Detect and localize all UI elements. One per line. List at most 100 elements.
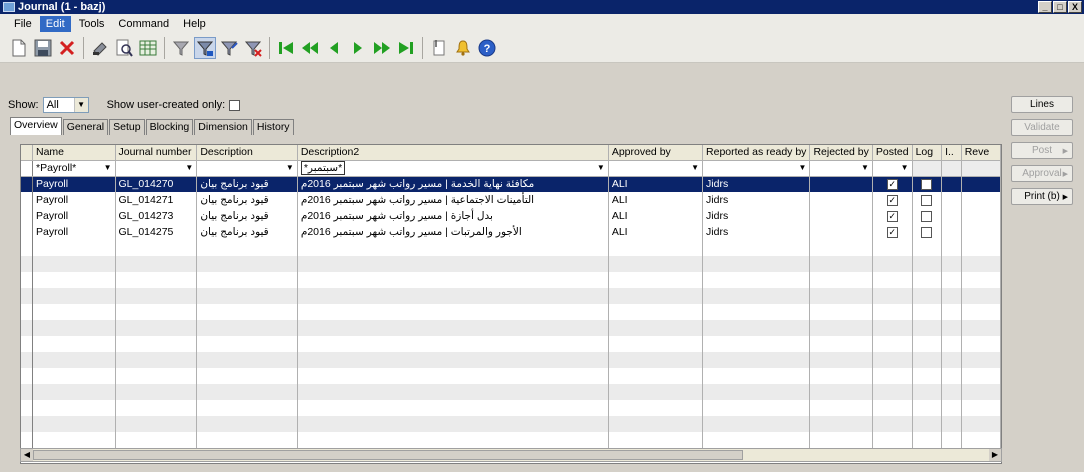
previous-record-icon[interactable]	[323, 37, 345, 59]
filter-icon[interactable]	[170, 37, 192, 59]
empty-cell[interactable]	[702, 272, 811, 288]
empty-cell[interactable]	[115, 272, 198, 288]
empty-cell[interactable]	[809, 400, 873, 416]
attach-document-icon[interactable]	[428, 37, 450, 59]
menu-help[interactable]: Help	[177, 16, 212, 32]
empty-cell[interactable]	[961, 368, 1001, 384]
unchecked-checkbox[interactable]	[921, 210, 933, 222]
cell-description2[interactable]: بدل أجازة | مسير رواتب شهر سبتمبر 2016م	[297, 208, 609, 224]
lines-button[interactable]: Lines	[1011, 96, 1073, 113]
cell-reported-by[interactable]: Jidrs	[702, 192, 811, 208]
menu-command[interactable]: Command	[112, 16, 175, 32]
empty-cell[interactable]	[941, 336, 962, 352]
empty-cell[interactable]	[961, 304, 1001, 320]
empty-cell[interactable]	[702, 352, 811, 368]
empty-cell[interactable]	[702, 320, 811, 336]
cell-description2[interactable]: مكافئة نهاية الخدمة | مسير رواتب شهر سبت…	[297, 176, 609, 192]
col-header-journal-number[interactable]: Journal number	[115, 145, 198, 161]
empty-cell[interactable]	[608, 288, 704, 304]
empty-cell[interactable]	[872, 400, 913, 416]
empty-cell[interactable]	[297, 384, 609, 400]
last-record-icon[interactable]	[395, 37, 417, 59]
scroll-right-icon[interactable]: ▶	[989, 449, 1001, 461]
empty-cell[interactable]	[297, 352, 609, 368]
cell-approved-by[interactable]: ALI	[608, 208, 704, 224]
empty-cell[interactable]	[608, 336, 704, 352]
empty-cell[interactable]	[941, 272, 962, 288]
empty-cell[interactable]	[608, 416, 704, 432]
empty-cell[interactable]	[608, 384, 704, 400]
empty-cell[interactable]	[115, 256, 198, 272]
unchecked-checkbox[interactable]	[921, 194, 933, 206]
print-preview-icon[interactable]	[113, 37, 135, 59]
filter-name[interactable]: *Payroll* ▼	[32, 160, 116, 177]
advanced-filter-icon[interactable]	[218, 37, 240, 59]
empty-cell[interactable]	[115, 336, 198, 352]
scrollbar-thumb[interactable]	[33, 450, 743, 460]
empty-table-row[interactable]	[21, 368, 1001, 384]
empty-cell[interactable]	[297, 368, 609, 384]
empty-cell[interactable]	[941, 288, 962, 304]
empty-cell[interactable]	[196, 352, 298, 368]
cell-rejected-by[interactable]	[809, 176, 873, 192]
cell-log[interactable]	[912, 208, 943, 224]
filter-reported-by[interactable]: ▼	[702, 160, 811, 177]
empty-cell[interactable]	[872, 384, 913, 400]
empty-cell[interactable]	[702, 256, 811, 272]
checked-checkbox[interactable]: ✓	[886, 210, 898, 222]
tab-blocking[interactable]: Blocking	[145, 119, 194, 135]
empty-cell[interactable]	[941, 304, 962, 320]
empty-cell[interactable]	[608, 240, 704, 256]
empty-cell[interactable]	[115, 400, 198, 416]
empty-cell[interactable]	[941, 416, 962, 432]
empty-cell[interactable]	[196, 272, 298, 288]
validate-button[interactable]: Validate	[1011, 119, 1073, 136]
tab-general[interactable]: General	[62, 119, 109, 135]
cell-description[interactable]: قيود برنامج بيان	[196, 192, 298, 208]
first-record-icon[interactable]	[275, 37, 297, 59]
cell-rejected-by[interactable]	[809, 192, 873, 208]
cell-name[interactable]: Payroll	[32, 224, 116, 240]
unchecked-checkbox[interactable]	[921, 226, 933, 238]
empty-cell[interactable]	[912, 336, 943, 352]
empty-cell[interactable]	[32, 320, 116, 336]
table-row[interactable]: Payroll GL_014271 قيود برنامج بيان التأمينا…	[21, 192, 1001, 208]
empty-cell[interactable]	[809, 256, 873, 272]
empty-cell[interactable]	[32, 384, 116, 400]
cell-description[interactable]: قيود برنامج بيان	[196, 208, 298, 224]
menu-file[interactable]: File	[8, 16, 38, 32]
empty-cell[interactable]	[702, 384, 811, 400]
filter-description2[interactable]: *سبتمبر* ▼	[297, 160, 609, 177]
empty-cell[interactable]	[297, 240, 609, 256]
cell-description[interactable]: قيود برنامج بيان	[196, 176, 298, 192]
empty-cell[interactable]	[702, 368, 811, 384]
empty-cell[interactable]	[115, 320, 198, 336]
empty-cell[interactable]	[297, 288, 609, 304]
empty-cell[interactable]	[872, 368, 913, 384]
empty-cell[interactable]	[702, 304, 811, 320]
empty-cell[interactable]	[809, 352, 873, 368]
empty-cell[interactable]	[912, 256, 943, 272]
filter-posted[interactable]: ▼	[872, 160, 913, 177]
empty-table-row[interactable]	[21, 240, 1001, 256]
empty-cell[interactable]	[912, 400, 943, 416]
empty-cell[interactable]	[297, 336, 609, 352]
empty-cell[interactable]	[115, 288, 198, 304]
cell-i[interactable]	[941, 208, 962, 224]
empty-cell[interactable]	[196, 400, 298, 416]
empty-cell[interactable]	[872, 256, 913, 272]
empty-cell[interactable]	[196, 256, 298, 272]
print-button[interactable]: Print (b) ▶	[1011, 188, 1073, 205]
tab-overview[interactable]: Overview	[10, 117, 62, 135]
empty-cell[interactable]	[608, 432, 704, 448]
help-icon[interactable]: ?	[476, 37, 498, 59]
empty-cell[interactable]	[912, 416, 943, 432]
filter-by-selection-icon[interactable]	[194, 36, 216, 59]
empty-cell[interactable]	[912, 368, 943, 384]
col-header-i[interactable]: I..	[941, 145, 962, 161]
empty-cell[interactable]	[872, 416, 913, 432]
cell-name[interactable]: Payroll	[32, 192, 116, 208]
col-header-rejected-by[interactable]: Rejected by	[809, 145, 873, 161]
col-header-description2[interactable]: Description2	[297, 145, 609, 161]
cell-posted[interactable]: ✓	[872, 208, 913, 224]
